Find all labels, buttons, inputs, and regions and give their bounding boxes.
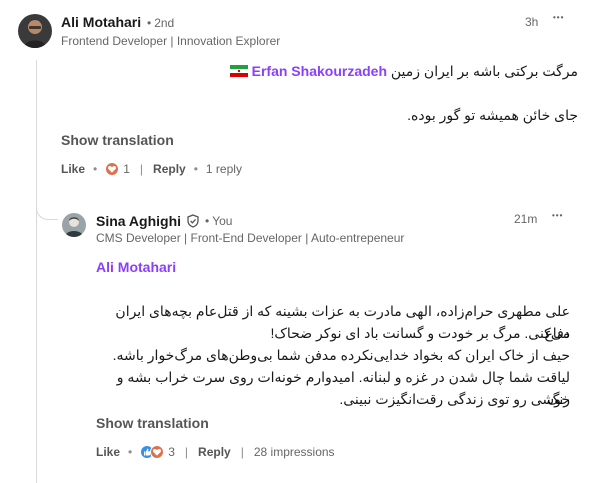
comment-more-options-icon[interactable]: ••• — [553, 13, 564, 22]
thread-line — [36, 186, 37, 483]
reply-count[interactable]: 1 reply — [206, 162, 242, 176]
like-button[interactable]: Like — [61, 162, 85, 176]
reply-author-badges: • You — [186, 214, 232, 228]
comment-body-line-2: جای خائن همیشه تو گور بوده. — [407, 107, 578, 123]
avatar-sina-aghighi[interactable] — [62, 213, 86, 237]
reply-author-headline: CMS Developer | Front-End Developer | Au… — [96, 231, 405, 245]
mention-link[interactable]: Erfan Shakourzadeh — [252, 63, 387, 79]
reactions-summary[interactable]: 1 — [105, 162, 130, 176]
show-translation-button[interactable]: Show translation — [61, 132, 174, 148]
thread-line — [36, 60, 37, 186]
heart-reaction-icon — [150, 445, 165, 459]
reply-mention-link[interactable]: Ali Motahari — [96, 259, 176, 275]
reply-reactions-summary[interactable]: 3 — [140, 445, 175, 459]
reply-body-line-2: می‌کنی. مرگ بر خودت و گسانت باد ای نوکر … — [270, 325, 571, 341]
reply-body-line-3: حیف از خاک ایران که بخواد خدایی‌نکرده مد… — [112, 347, 570, 363]
reply-show-translation-button[interactable]: Show translation — [96, 415, 209, 431]
reply-like-button[interactable]: Like — [96, 445, 120, 459]
reply-reaction-count: 3 — [168, 445, 175, 459]
comment-body-line-1: مرگت برکتی باشه بر ایران زمین Erfan Shak… — [98, 60, 578, 82]
comment-actions-bar: Like • 1 | Reply • 1 reply — [61, 162, 242, 176]
reply-reply-button[interactable]: Reply — [198, 445, 231, 459]
avatar-ali-motahari[interactable] — [18, 14, 52, 48]
reply-connector — [36, 188, 58, 220]
reply-author-name[interactable]: Sina Aghighi — [96, 213, 181, 229]
impressions-count[interactable]: 28 impressions — [254, 445, 335, 459]
comment-author-headline: Frontend Developer | Innovation Explorer — [61, 34, 281, 48]
reply-body-line-5: خوشی رو توی زندگی رقت‌انگیزت نبینی. — [339, 391, 570, 407]
reply-button[interactable]: Reply — [153, 162, 186, 176]
iran-flag-icon — [229, 65, 248, 77]
comment-author-name[interactable]: Ali Motahari — [61, 14, 141, 30]
comment-timestamp: 3h — [525, 15, 539, 29]
reply-actions-bar: Like • 3 | Reply | 28 impressions — [96, 445, 335, 459]
reply-more-options-icon[interactable]: ••• — [552, 211, 563, 220]
verified-shield-icon — [187, 214, 199, 228]
connection-degree: • 2nd — [147, 16, 175, 30]
heart-reaction-icon — [105, 162, 120, 176]
reaction-count: 1 — [123, 162, 130, 176]
reply-timestamp: 21m — [514, 212, 538, 226]
